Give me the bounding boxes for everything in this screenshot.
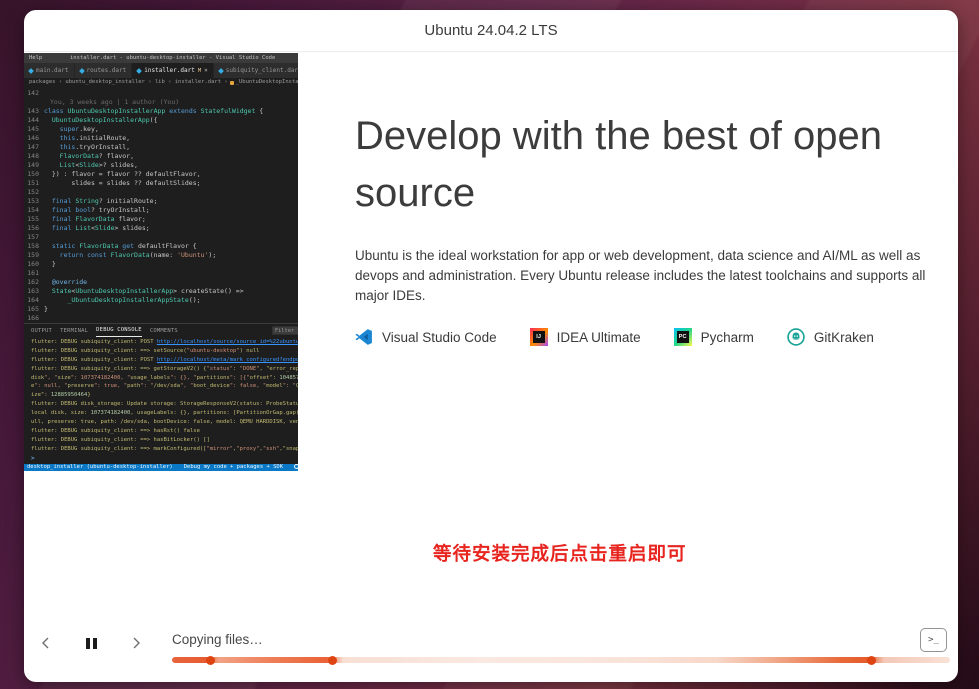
tool-idea-ultimate: IJ IDEA Ultimate (530, 328, 641, 346)
code-line: 149 List<Slide>? slides, (24, 161, 298, 170)
install-status-text: Copying files… (172, 632, 263, 647)
code-line: 163 State<UbuntuDesktopInstallerApp> cre… (24, 287, 298, 296)
installer-window: Ubuntu 24.04.2 LTS Help installer.dart -… (24, 10, 958, 682)
code-line: 148 FlavorData? flavor, (24, 152, 298, 161)
console-line: e": null, "preserve": true, "path": "/de… (31, 382, 298, 391)
symbol-class-icon (230, 81, 234, 85)
install-progress-bar (172, 657, 950, 663)
code-lines: 142You, 3 weeks ago | 1 author (You)143c… (24, 87, 298, 323)
filter-input: Filter (272, 326, 298, 335)
dart-file-icon (218, 68, 224, 74)
code-line: 156 final List<Slide> slides; (24, 224, 298, 233)
idea-icon: IJ (530, 328, 548, 346)
watch-icon (294, 464, 298, 469)
previous-slide-button[interactable] (34, 631, 58, 655)
console-line: flutter: DEBUG subiquity_client: ==> has… (31, 427, 298, 436)
vscode-window-title: installer.dart - ubuntu-desktop-installe… (47, 53, 298, 63)
window-header: Ubuntu 24.04.2 LTS (24, 10, 958, 52)
editor-tab: subiquity_client.dart (214, 63, 298, 78)
vscode-screenshot: Help installer.dart - ubuntu-desktop-ins… (24, 53, 298, 471)
vscode-tab-bar: main.dart routes.dart installer.dartM× s… (24, 63, 298, 78)
code-line: 164 _UbuntuDesktopInstallerAppState(); (24, 296, 298, 305)
code-line: 165} (24, 305, 298, 314)
console-line: flutter: DEBUG subiquity_client: ==> get… (31, 365, 298, 374)
code-line: 145 super.key, (24, 125, 298, 134)
tool-gitkraken: GitKraken (787, 328, 874, 346)
code-line: 158 static FlavorData get defaultFlavor … (24, 242, 298, 251)
close-icon: × (204, 67, 208, 74)
code-line: 150 }) : flavor = flavor ?? defaultFlavo… (24, 170, 298, 179)
terminal-button[interactable]: >_ (920, 628, 947, 652)
modified-badge: M (198, 68, 201, 74)
code-line: 162 @override (24, 278, 298, 287)
panel-tab-debug-console: DEBUG CONSOLE (96, 325, 142, 337)
ide-tools-row: Visual Studio Code IJ IDEA Ultimate PC P… (355, 328, 874, 346)
restart-annotation: 等待安装完成后点击重启即可 (433, 540, 687, 566)
slide-body-text: Ubuntu is the ideal workstation for app … (355, 246, 941, 306)
code-line: 144 UbuntuDesktopInstallerApp({ (24, 116, 298, 125)
panel-tab-comments: COMMENTS (150, 328, 178, 334)
panel-tab-bar: OUTPUT TERMINAL DEBUG CONSOLE COMMENTS F… (24, 324, 298, 337)
chevron-left-icon (39, 636, 53, 650)
pause-button[interactable] (79, 631, 103, 655)
debug-console-lines: flutter: DEBUG subiquity_client: POST ht… (24, 337, 298, 454)
console-line: ize": 12885950464} (31, 391, 298, 400)
console-prompt: > (24, 454, 298, 463)
gitkraken-icon (787, 328, 805, 346)
code-line: 166 (24, 314, 298, 323)
bottom-panel: OUTPUT TERMINAL DEBUG CONSOLE COMMENTS F… (24, 323, 298, 464)
dart-file-icon (136, 68, 142, 74)
console-line: flutter: DEBUG subiquity_client: ==> mar… (31, 445, 298, 454)
chevron-right-icon (129, 636, 143, 650)
code-line: 157 (24, 233, 298, 242)
pycharm-icon: PC (674, 328, 692, 346)
vscode-titlebar: Help installer.dart - ubuntu-desktop-ins… (24, 53, 298, 63)
dart-file-icon (79, 68, 85, 74)
code-line: 146 this.initialRoute, (24, 134, 298, 143)
progress-dot (867, 656, 876, 665)
code-line: 155 final FlavorData flavor; (24, 215, 298, 224)
breadcrumb: packages › ubuntu_desktop_installer › li… (24, 78, 298, 87)
panel-tab-output: OUTPUT (31, 328, 52, 334)
code-line: 151 slides = slides ?? defaultSlides; (24, 179, 298, 188)
console-line: disk", "size": 107374182400, "usage_labe… (31, 374, 298, 383)
dart-file-icon (28, 68, 34, 74)
pause-icon (86, 638, 90, 649)
panel-tab-terminal: TERMINAL (60, 328, 88, 334)
code-line: 147 this.tryOrInstall, (24, 143, 298, 152)
console-line: flutter: DEBUG disk_storage: Update stor… (31, 400, 298, 409)
code-line: You, 3 weeks ago | 1 author (You) (24, 98, 298, 107)
code-line: 161 (24, 269, 298, 278)
code-line: 160 } (24, 260, 298, 269)
editor-tab-active: installer.dartM× (132, 63, 214, 78)
code-line: 159 return const FlavorData(name: 'Ubunt… (24, 251, 298, 260)
editor-tab: routes.dart (75, 63, 133, 78)
console-line: flutter: DEBUG subiquity_client: POST ht… (31, 338, 298, 347)
code-line: 152 (24, 188, 298, 197)
console-line: ull, preserve: true, path: /dev/sda, boo… (31, 418, 298, 427)
window-title: Ubuntu 24.04.2 LTS (424, 22, 557, 39)
code-line: 153 final String? initialRoute; (24, 197, 298, 206)
progress-dot (206, 656, 215, 665)
vscode-icon (355, 328, 373, 346)
next-slide-button[interactable] (124, 631, 148, 655)
terminal-icon: >_ (928, 635, 939, 645)
progress-dot (328, 656, 337, 665)
code-line: 142 (24, 89, 298, 98)
editor-tab: main.dart (24, 63, 75, 78)
console-line: flutter: DEBUG subiquity_client: POST ht… (31, 356, 298, 365)
code-line: 143class UbuntuDesktopInstallerApp exten… (24, 107, 298, 116)
console-line: local disk, size: 107374182400, usageLab… (31, 409, 298, 418)
tool-visual-studio-code: Visual Studio Code (355, 328, 497, 346)
slide-heading: Develop with the best of open source (355, 108, 935, 222)
console-line: flutter: DEBUG subiquity_client: ==> set… (31, 347, 298, 356)
tool-pycharm: PC Pycharm (674, 328, 754, 346)
vscode-statusbar: desktop_installer (ubuntu-desktop-instal… (24, 464, 298, 471)
console-line: flutter: DEBUG subiquity_client: ==> has… (31, 436, 298, 445)
code-line: 154 final bool? tryOrInstall; (24, 206, 298, 215)
vscode-help-menu: Help (24, 53, 47, 63)
